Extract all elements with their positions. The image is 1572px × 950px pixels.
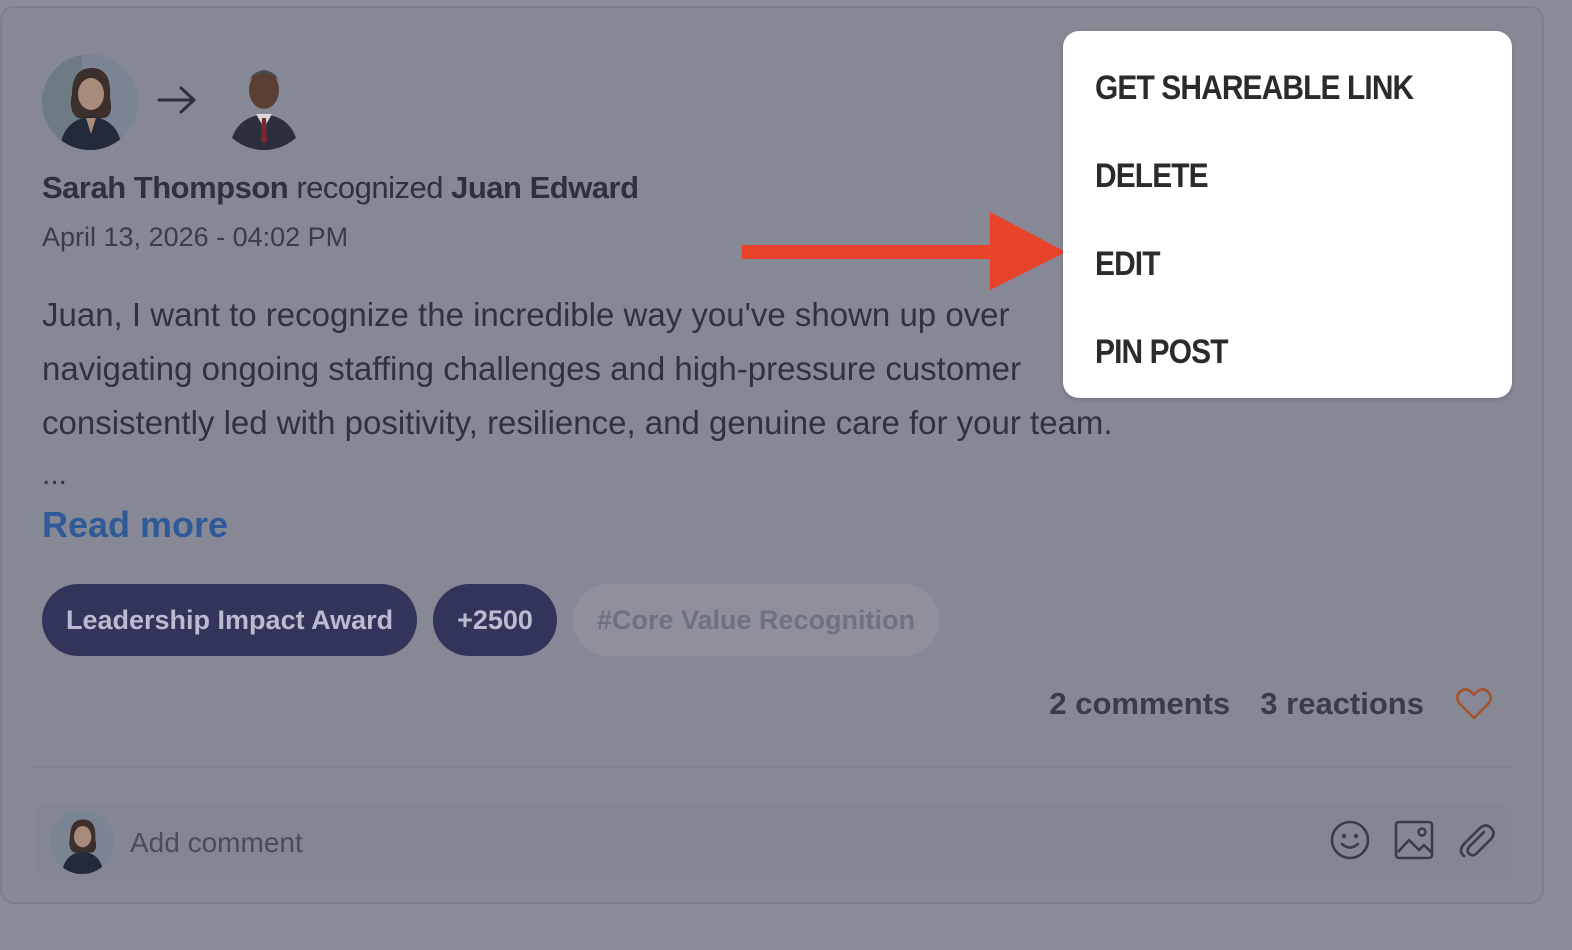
- read-more-link[interactable]: Read more: [42, 504, 228, 546]
- award-tag[interactable]: Leadership Impact Award: [42, 584, 418, 656]
- divider: [34, 766, 1510, 768]
- menu-item-pin-post[interactable]: PIN POST: [1095, 333, 1228, 372]
- menu-item-delete[interactable]: DELETE: [1095, 157, 1209, 196]
- recipient-name[interactable]: Juan Edward: [451, 170, 639, 205]
- comment-bar: [36, 804, 1512, 880]
- comment-input[interactable]: [128, 822, 932, 864]
- headline-verb: recognized: [296, 170, 443, 205]
- annotation-arrow: [742, 212, 1066, 290]
- tag-list: Leadership Impact Award +2500 #Core Valu…: [42, 584, 940, 656]
- post-date: April 13, 2026 - 04:02 PM: [42, 222, 349, 252]
- image-icon[interactable]: [1392, 818, 1436, 862]
- points-tag[interactable]: +2500: [433, 584, 557, 656]
- truncation-ellipsis: ...: [42, 458, 68, 491]
- post-body-line: consistently led with positivity, resili…: [42, 404, 1113, 441]
- post-stats: 2 comments 3 reactions: [1049, 684, 1494, 724]
- menu-item-get-shareable-link[interactable]: GET SHAREABLE LINK: [1095, 69, 1414, 108]
- avatar-row: [42, 54, 312, 150]
- sender-avatar[interactable]: [42, 54, 138, 150]
- hashtag-tag[interactable]: #Core Value Recognition: [572, 584, 940, 656]
- post-headline: Sarah Thompson recognized Juan Edward: [42, 170, 639, 206]
- paperclip-icon[interactable]: [1454, 818, 1498, 862]
- current-user-avatar: [50, 810, 114, 874]
- menu-item-edit[interactable]: EDIT: [1095, 245, 1161, 284]
- arrow-right-icon: [138, 85, 216, 120]
- emoji-icon[interactable]: [1328, 818, 1372, 862]
- post-options-menu: GET SHAREABLE LINK DELETE EDIT PIN POST: [1063, 31, 1512, 398]
- heart-icon[interactable]: [1454, 684, 1494, 724]
- reactions-count[interactable]: 3 reactions: [1260, 686, 1424, 722]
- sender-name[interactable]: Sarah Thompson: [42, 170, 289, 205]
- recipient-avatar[interactable]: [216, 54, 312, 150]
- comments-count[interactable]: 2 comments: [1049, 686, 1230, 722]
